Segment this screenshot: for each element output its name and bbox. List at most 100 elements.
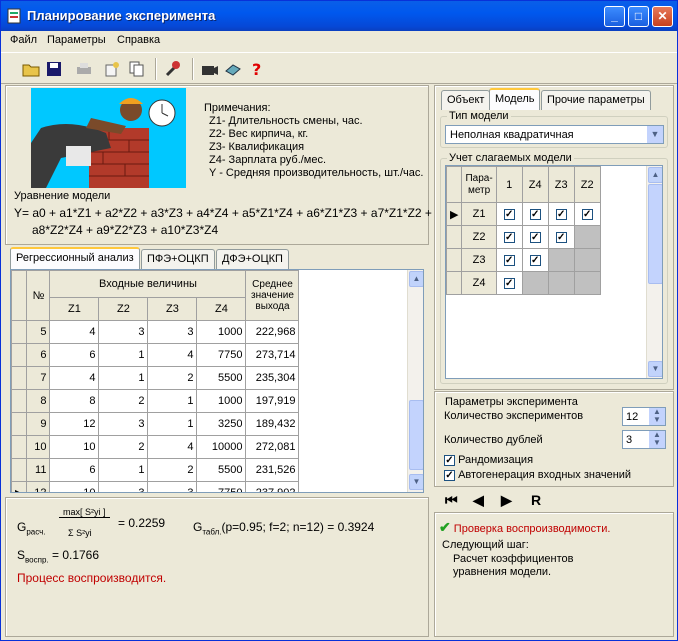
row-number-cell[interactable]: 9 <box>26 412 51 436</box>
table-row[interactable]: 10 10 2 4 10000 272,081 <box>11 435 300 459</box>
row-number-cell[interactable]: 7 <box>26 366 51 390</box>
table-cell[interactable]: 2 <box>147 366 198 390</box>
next-step-button[interactable]: ▶ <box>501 492 512 509</box>
model-type-select[interactable]: Неполная квадратичная ▼ <box>445 125 664 144</box>
tab-model[interactable]: Модель <box>489 88 541 110</box>
table-cell[interactable]: 10 <box>49 481 100 492</box>
autogen-row[interactable]: ✓ Автогенерация входных значений <box>444 469 631 481</box>
table-cell[interactable]: 5500 <box>196 366 247 390</box>
table-cell[interactable]: 1000 <box>196 320 247 344</box>
table-row[interactable]: 5 4 3 3 1000 222,968 <box>11 320 300 344</box>
table-cell[interactable]: 4 <box>49 320 100 344</box>
table-row[interactable]: 7 4 1 2 5500 235,304 <box>11 366 300 390</box>
table-cell[interactable]: 222,968 <box>245 320 300 344</box>
table-cell[interactable]: 197,919 <box>245 389 300 413</box>
camera-icon[interactable] <box>200 59 220 79</box>
table-cell[interactable]: 3 <box>98 412 149 436</box>
table-cell[interactable]: 3250 <box>196 412 247 436</box>
table-cell[interactable]: 2 <box>98 435 149 459</box>
row-indicator[interactable] <box>446 271 463 295</box>
menu-parameters[interactable]: Параметры <box>47 34 106 46</box>
row-indicator[interactable] <box>11 458 28 482</box>
term-row[interactable]: Z3 ✓ ✓ <box>446 248 601 272</box>
scroll-up-button[interactable]: ▲ <box>648 167 662 183</box>
term-checkbox-cell[interactable]: ✓ <box>495 202 523 226</box>
term-checkbox-cell[interactable]: ✓ <box>521 225 549 249</box>
tab-other-params[interactable]: Прочие параметры <box>541 90 651 110</box>
randomize-checkbox[interactable]: ✓ <box>444 454 455 466</box>
stepper-arrows-icon[interactable]: ▲ ▼ <box>649 408 665 425</box>
table-cell[interactable]: 7750 <box>196 481 247 492</box>
row-number-cell[interactable]: 8 <box>26 389 51 413</box>
run-button[interactable]: R <box>531 492 541 508</box>
row-indicator[interactable] <box>11 389 28 413</box>
table-cell[interactable]: 1000 <box>196 389 247 413</box>
data-grid-scrollbar[interactable]: ▲ ▼ <box>407 270 423 492</box>
row-number-cell[interactable]: 12 <box>26 481 51 492</box>
table-cell[interactable]: 12 <box>49 412 100 436</box>
scroll-thumb[interactable] <box>648 184 662 284</box>
term-checkbox[interactable]: ✓ <box>503 254 515 266</box>
row-number-cell[interactable]: 5 <box>26 320 51 344</box>
term-checkbox-cell[interactable]: ✓ <box>495 271 523 295</box>
table-cell[interactable]: 3 <box>147 481 198 492</box>
copy-icon[interactable] <box>127 59 147 79</box>
term-row[interactable]: Z2 ✓ ✓ ✓ <box>446 225 601 249</box>
table-cell[interactable]: 1 <box>147 412 198 436</box>
title-bar[interactable]: Планирование эксперимента _ □ ✕ <box>1 1 677 31</box>
table-cell[interactable]: 2 <box>147 458 198 482</box>
term-row[interactable]: Z4 ✓ <box>446 271 601 295</box>
term-checkbox[interactable]: ✓ <box>529 231 541 243</box>
tab-pfe-ockp[interactable]: ПФЭ+ОЦКП <box>141 249 215 269</box>
table-cell[interactable]: 10 <box>49 435 100 459</box>
term-row[interactable]: ▶ Z1 ✓ ✓ ✓ ✓ <box>446 202 601 226</box>
menu-help[interactable]: Справка <box>117 34 160 46</box>
table-row[interactable]: 8 8 2 1 1000 197,919 <box>11 389 300 413</box>
table-cell[interactable]: 3 <box>98 320 149 344</box>
table-row[interactable]: ▶1210337750237,902 <box>11 481 300 492</box>
maximize-button[interactable]: □ <box>628 6 649 27</box>
prev-step-button[interactable]: ◀ <box>473 492 484 509</box>
first-step-button[interactable]: ⏮ <box>445 492 458 509</box>
term-checkbox[interactable]: ✓ <box>503 231 515 243</box>
scroll-down-button[interactable]: ▼ <box>648 361 662 377</box>
row-number-cell[interactable]: 10 <box>26 435 51 459</box>
table-cell[interactable]: 2 <box>98 389 149 413</box>
term-checkbox[interactable]: ✓ <box>555 231 567 243</box>
table-cell[interactable]: 1 <box>98 366 149 390</box>
stepper-arrows-icon[interactable]: ▲ ▼ <box>649 431 665 448</box>
data-grid[interactable]: № Входные величины Среднее значение выхо… <box>10 269 424 493</box>
table-row[interactable]: 11 6 1 2 5500 231,526 <box>11 458 300 482</box>
term-checkbox[interactable]: ✓ <box>555 208 567 220</box>
scroll-up-button[interactable]: ▲ <box>409 271 423 287</box>
term-checkbox-cell[interactable]: ✓ <box>521 248 549 272</box>
term-checkbox[interactable]: ✓ <box>581 208 593 220</box>
table-row[interactable]: 9 12 3 1 3250 189,432 <box>11 412 300 436</box>
table-cell[interactable]: 4 <box>49 366 100 390</box>
row-indicator[interactable]: ▶ <box>11 481 28 492</box>
table-cell[interactable]: 8 <box>49 389 100 413</box>
term-checkbox-cell[interactable]: ✓ <box>521 202 549 226</box>
help-icon[interactable]: ? <box>247 59 267 79</box>
tools-icon[interactable] <box>163 59 183 79</box>
table-cell[interactable]: 4 <box>147 343 198 367</box>
row-number-cell[interactable]: 11 <box>26 458 51 482</box>
table-cell[interactable]: 1 <box>98 343 149 367</box>
term-checkbox[interactable]: ✓ <box>529 254 541 266</box>
chevron-down-icon[interactable]: ▼ <box>647 126 663 143</box>
menu-file[interactable]: Файл <box>10 34 37 46</box>
table-cell[interactable]: 273,714 <box>245 343 300 367</box>
table-cell[interactable]: 189,432 <box>245 412 300 436</box>
scroll-thumb[interactable] <box>409 400 423 470</box>
table-cell[interactable]: 231,526 <box>245 458 300 482</box>
terms-scrollbar[interactable]: ▲ ▼ <box>646 166 662 378</box>
table-cell[interactable]: 10000 <box>196 435 247 459</box>
settings-icon[interactable] <box>102 59 122 79</box>
row-indicator[interactable] <box>446 248 463 272</box>
table-cell[interactable]: 6 <box>49 343 100 367</box>
terms-grid[interactable]: Пара-метр 1 Z4 Z3 Z2 ▶ Z1 ✓ ✓ ✓ ✓ Z2 ✓ ✓ ✓ Z3 ✓ ✓ Z4 ✓… <box>445 165 663 379</box>
print-icon[interactable] <box>74 59 94 79</box>
scroll-down-button[interactable]: ▼ <box>409 474 423 490</box>
row-number-cell[interactable]: 6 <box>26 343 51 367</box>
term-checkbox-cell[interactable]: ✓ <box>547 225 575 249</box>
